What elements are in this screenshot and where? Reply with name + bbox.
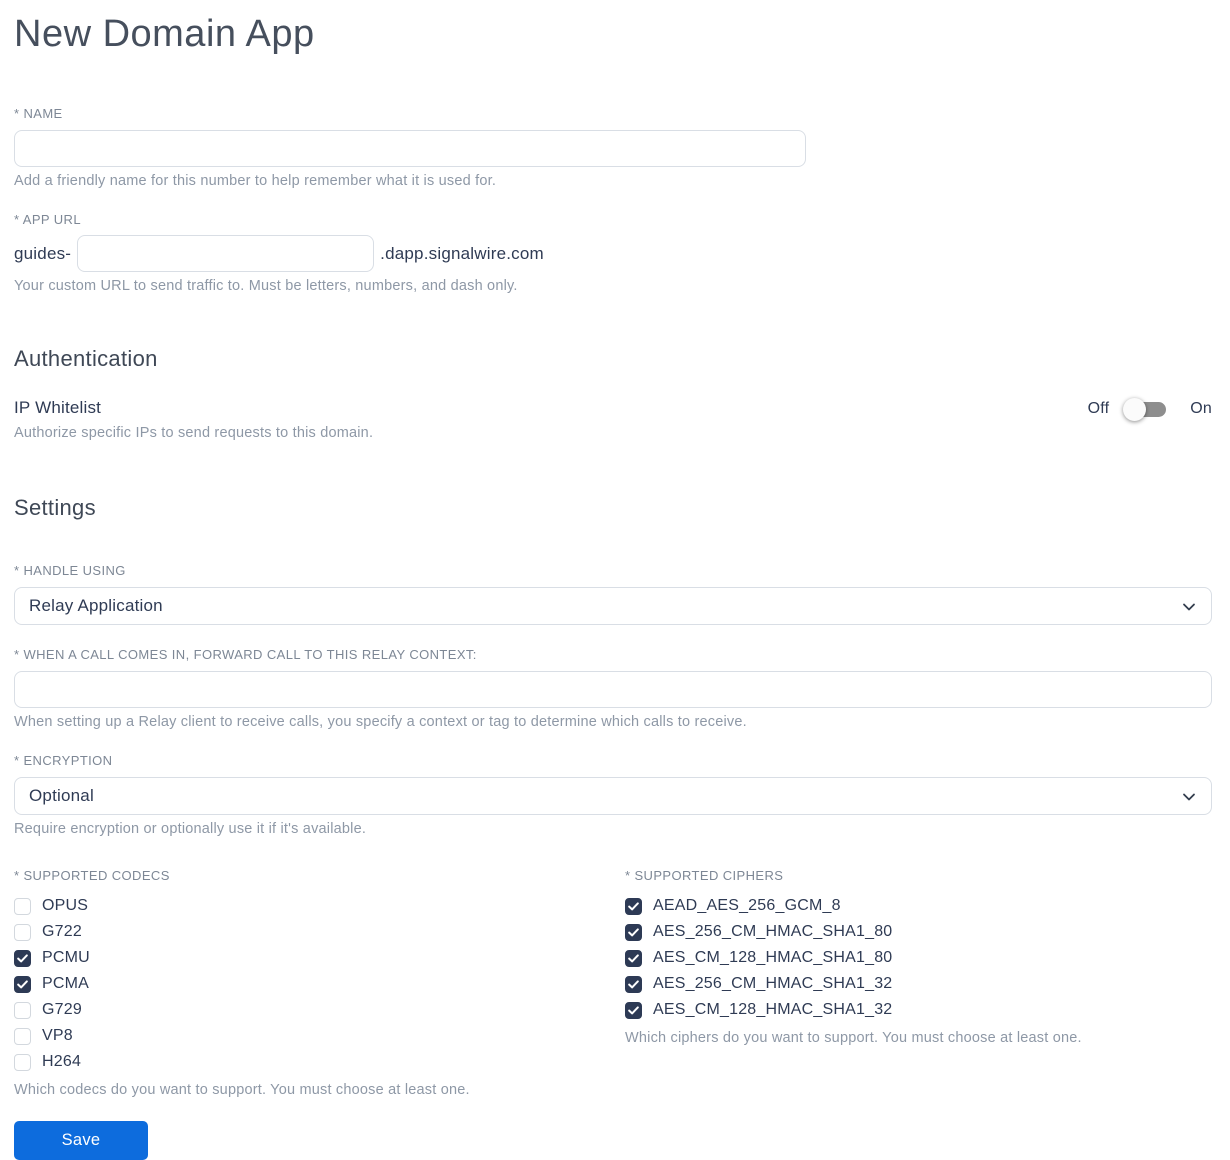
checkbox-row-vp8[interactable]: VP8 — [14, 1023, 625, 1049]
checkbox-checked-icon[interactable] — [625, 897, 642, 915]
supported-codecs-group: * SUPPORTED CODECS OPUS G722 PCMU PCMA G729 V… — [14, 868, 625, 1160]
checkbox-label: AEAD_AES_256_GCM_8 — [653, 897, 841, 914]
checkbox-row-aes_cm_128_hmac_sha1_32[interactable]: AES_CM_128_HMAC_SHA1_32 — [625, 997, 1212, 1023]
name-label: * NAME — [14, 106, 63, 121]
app-url-helper: Your custom URL to send traffic to. Must… — [14, 278, 518, 294]
settings-heading: Settings — [14, 495, 96, 520]
checkbox-checked-icon[interactable] — [625, 923, 642, 941]
checkbox-unchecked-icon[interactable] — [14, 1001, 31, 1019]
checkbox-unchecked-icon[interactable] — [14, 897, 31, 915]
app-url-input[interactable] — [77, 235, 375, 272]
ip-whitelist-row: IP Whitelist Authorize specific IPs to s… — [14, 397, 1212, 442]
relay-context-label: * WHEN A CALL COMES IN, FORWARD CALL TO … — [14, 647, 477, 662]
app-url-row: guides- .dapp.signalwire.com — [14, 235, 1212, 272]
checkbox-unchecked-icon[interactable] — [14, 1053, 31, 1071]
handle-using-value: Relay Application — [29, 596, 163, 615]
checkbox-unchecked-icon[interactable] — [14, 1027, 31, 1045]
checkbox-label: G722 — [42, 923, 82, 940]
checkbox-checked-icon[interactable] — [14, 949, 31, 967]
app-url-suffix: .dapp.signalwire.com — [380, 243, 544, 263]
checkbox-label: AES_CM_128_HMAC_SHA1_80 — [653, 949, 893, 966]
checkbox-label: AES_CM_128_HMAC_SHA1_32 — [653, 1001, 893, 1018]
encryption-value: Optional — [29, 786, 94, 805]
encryption-select[interactable]: Optional — [14, 777, 1212, 815]
checkbox-row-g729[interactable]: G729 — [14, 997, 625, 1023]
checkbox-checked-icon[interactable] — [14, 975, 31, 993]
checkbox-checked-icon[interactable] — [625, 975, 642, 993]
checkbox-row-aes_cm_128_hmac_sha1_80[interactable]: AES_CM_128_HMAC_SHA1_80 — [625, 945, 1212, 971]
checkbox-checked-icon[interactable] — [625, 1001, 642, 1019]
handle-using-label: * HANDLE USING — [14, 563, 126, 578]
codecs-checkbox-list: OPUS G722 PCMU PCMA G729 VP8 H264 — [14, 893, 625, 1075]
checkbox-unchecked-icon[interactable] — [14, 923, 31, 941]
ip-whitelist-toggle[interactable] — [1123, 397, 1167, 421]
ciphers-checkbox-list: AEAD_AES_256_GCM_8 AES_256_CM_HMAC_SHA1_8… — [625, 893, 1212, 1023]
checkbox-row-aead_aes_256_gcm_8[interactable]: AEAD_AES_256_GCM_8 — [625, 893, 1212, 919]
ip-whitelist-toggle-group: Off On — [1087, 397, 1212, 421]
page-title: New Domain App — [14, 13, 315, 55]
chevron-down-icon — [1183, 793, 1195, 801]
checkbox-label: AES_256_CM_HMAC_SHA1_32 — [653, 975, 893, 992]
relay-context-input[interactable] — [14, 671, 1212, 708]
ciphers-helper: Which ciphers do you want to support. Yo… — [625, 1030, 1082, 1046]
ip-whitelist-text: IP Whitelist Authorize specific IPs to s… — [14, 398, 373, 442]
save-button[interactable]: Save — [14, 1121, 148, 1160]
ip-whitelist-helper: Authorize specific IPs to send requests … — [14, 425, 374, 441]
app-url-prefix: guides- — [14, 243, 72, 263]
handle-using-select[interactable]: Relay Application — [14, 587, 1212, 625]
codecs-ciphers-section: * SUPPORTED CODECS OPUS G722 PCMU PCMA G729 V… — [14, 868, 1212, 1160]
supported-codecs-label: * SUPPORTED CODECS — [14, 868, 170, 883]
checkbox-row-aes_256_cm_hmac_sha1_80[interactable]: AES_256_CM_HMAC_SHA1_80 — [625, 919, 1212, 945]
checkbox-row-pcmu[interactable]: PCMU — [14, 945, 625, 971]
toggle-knob-icon — [1123, 397, 1147, 421]
supported-ciphers-group: * SUPPORTED CIPHERS AEAD_AES_256_GCM_8 AE… — [625, 868, 1212, 1047]
checkbox-checked-icon[interactable] — [625, 949, 642, 967]
checkbox-row-pcma[interactable]: PCMA — [14, 971, 625, 997]
chevron-down-icon — [1183, 603, 1195, 611]
app-url-label: * APP URL — [14, 212, 81, 227]
checkbox-label: PCMU — [42, 949, 90, 966]
checkbox-label: AES_256_CM_HMAC_SHA1_80 — [653, 923, 893, 940]
checkbox-label: H264 — [42, 1053, 82, 1070]
checkbox-label: VP8 — [42, 1027, 73, 1044]
checkbox-label: G729 — [42, 1001, 82, 1018]
authentication-heading: Authentication — [14, 346, 158, 371]
toggle-on-label: On — [1190, 400, 1212, 417]
new-domain-app-form: New Domain App * NAME Add a friendly nam… — [0, 0, 1230, 1160]
supported-ciphers-label: * SUPPORTED CIPHERS — [625, 868, 784, 883]
name-helper: Add a friendly name for this number to h… — [14, 173, 497, 189]
toggle-off-label: Off — [1087, 400, 1110, 417]
codecs-helper: Which codecs do you want to support. You… — [14, 1082, 470, 1098]
checkbox-row-opus[interactable]: OPUS — [14, 893, 625, 919]
checkbox-row-aes_256_cm_hmac_sha1_32[interactable]: AES_256_CM_HMAC_SHA1_32 — [625, 971, 1212, 997]
ip-whitelist-label: IP Whitelist — [14, 398, 102, 417]
checkbox-label: PCMA — [42, 975, 90, 992]
relay-context-helper: When setting up a Relay client to receiv… — [14, 714, 747, 730]
checkbox-label: OPUS — [42, 897, 89, 914]
checkbox-row-h264[interactable]: H264 — [14, 1049, 625, 1075]
encryption-label: * ENCRYPTION — [14, 753, 113, 768]
name-input[interactable] — [14, 130, 806, 167]
checkbox-row-g722[interactable]: G722 — [14, 919, 625, 945]
encryption-helper: Require encryption or optionally use it … — [14, 821, 367, 837]
